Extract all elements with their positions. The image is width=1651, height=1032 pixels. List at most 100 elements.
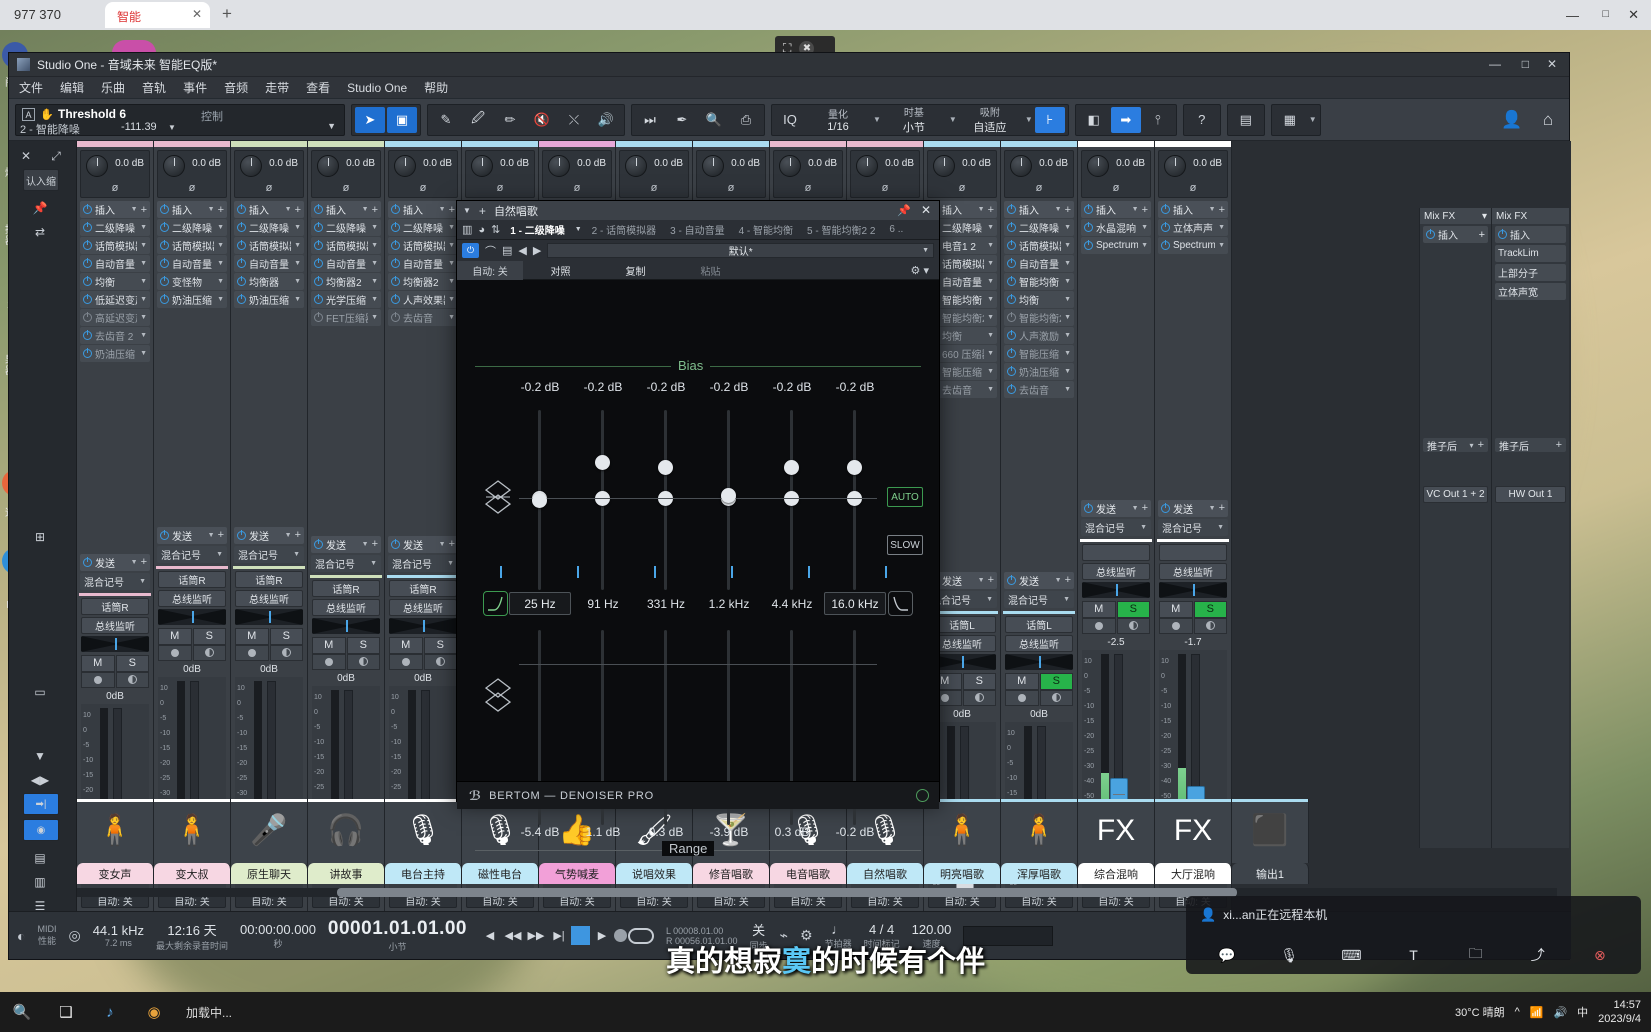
chevron-down-icon[interactable]: ▼ [140, 260, 147, 267]
input-select[interactable]: 话筒L [1005, 615, 1073, 633]
insert-slot[interactable]: 话筒模拟器▼ [388, 237, 458, 254]
power-icon[interactable] [237, 294, 246, 304]
snap-field[interactable]: 吸附 自适应 [959, 104, 1021, 136]
routing-icon[interactable]: ◕ [478, 224, 485, 236]
phase-invert-icon[interactable]: ø [158, 182, 226, 194]
spectrum-view-icon[interactable]: ▥ [29, 871, 51, 893]
power-icon[interactable] [1426, 229, 1435, 239]
chevron-down-icon[interactable]: ▼ [949, 115, 957, 124]
input-gain-panel[interactable]: 0.0 dB ø [1081, 150, 1151, 198]
chevron-down-icon[interactable]: ▾ [1470, 441, 1474, 450]
fader-icon[interactable]: ⊞ [29, 526, 51, 548]
chevron-down-icon[interactable]: ▼ [294, 242, 301, 249]
highpass-filter-button[interactable] [483, 591, 508, 616]
add-icon[interactable]: + [1556, 439, 1562, 451]
phase-invert-icon[interactable]: ø [235, 182, 303, 194]
sends-header[interactable]: 发送 ▼+ [1081, 499, 1151, 517]
folder-icon[interactable]: 🗀 [1463, 944, 1489, 966]
power-icon[interactable] [314, 276, 323, 286]
power-icon[interactable] [160, 240, 169, 250]
power-icon[interactable] [314, 222, 323, 232]
insert-slot[interactable]: 变怪物 ▼ [157, 273, 227, 290]
gain-knob[interactable] [548, 155, 570, 177]
close-icon[interactable]: ✕ [192, 7, 202, 21]
browser-tab[interactable]: 智能 ✕ [105, 2, 210, 28]
pan-control[interactable] [1005, 653, 1073, 670]
chevron-down-icon[interactable]: ▼ [140, 242, 147, 249]
pan-control[interactable] [158, 608, 226, 625]
preset-label[interactable]: 自然唱歌 [847, 863, 924, 884]
chevron-down-icon[interactable]: ▼ [140, 314, 147, 321]
mute-button[interactable]: M [389, 636, 423, 654]
chevron-down-icon[interactable]: ▾ [1482, 211, 1487, 222]
clock[interactable]: 14:57 2023/9/4 [1598, 998, 1641, 1026]
record-arm-button[interactable] [81, 671, 115, 688]
gain-knob[interactable] [779, 155, 801, 177]
solo-button[interactable]: S [423, 636, 457, 654]
chevron-down-icon[interactable]: ▼ [362, 206, 369, 213]
pan-control[interactable] [81, 635, 149, 652]
power-icon[interactable] [391, 258, 400, 268]
cue-mix-row[interactable]: 混合记号 ▼ [388, 554, 458, 572]
chevron-down-icon[interactable]: ▼ [139, 578, 146, 585]
chevron-down-icon[interactable]: ▼ [1055, 206, 1062, 213]
power-icon[interactable] [237, 222, 246, 232]
monitor-button[interactable] [115, 671, 149, 688]
chevron-down-icon[interactable]: ▼ [293, 551, 300, 558]
chevron-down-icon[interactable]: ▼ [370, 560, 377, 567]
view-arrow-button[interactable]: ➡ [1110, 106, 1141, 133]
power-icon[interactable] [83, 276, 92, 286]
phase-invert-icon[interactable]: ø [1159, 182, 1227, 194]
input-select[interactable]: 话筒R [389, 579, 457, 597]
insert-slot[interactable]: 均衡器2 ▼ [311, 273, 381, 290]
range-slider-handle[interactable] [658, 460, 673, 475]
insert-slot[interactable]: 智能压缩 ▼ [1004, 345, 1074, 362]
power-icon[interactable] [1007, 574, 1016, 585]
chevron-down-icon[interactable]: ▼ [987, 296, 994, 303]
listen-tool-button[interactable]: 🔊 [591, 107, 621, 133]
inserts-header[interactable]: 插入 ▼+ [1081, 201, 1151, 218]
draw-tool-button[interactable]: ✒ [667, 107, 697, 133]
insert-slot[interactable]: 自动音量 ▼ [234, 255, 304, 272]
chevron-down-icon[interactable]: ▼ [575, 226, 582, 233]
input-gain-panel[interactable]: 0.0 dB ø [850, 150, 920, 198]
insert-slot[interactable]: 智能均衡 ▼ [1004, 273, 1074, 290]
chevron-down-icon[interactable]: ▼ [217, 296, 224, 303]
insert-slot[interactable]: 话筒模拟器▼ [157, 237, 227, 254]
channel-strip[interactable]: 0.0 dBø插入▼+二级降噪▼话筒模拟器▼自动音量▼均衡器2▼光学压缩▼FET… [308, 141, 385, 911]
add-insert-icon[interactable]: + [141, 204, 147, 216]
insert-slot[interactable]: 高延迟变声▼ [80, 309, 150, 326]
close-button[interactable]: ✕ [1547, 57, 1557, 71]
lowpass-filter-button[interactable] [888, 591, 913, 616]
chevron-down-icon[interactable]: ▼ [1064, 386, 1071, 393]
meter-icon[interactable]: ▭ [29, 681, 51, 703]
mute-button[interactable]: M [158, 627, 192, 645]
power-icon[interactable] [1084, 502, 1093, 513]
browser-minimize-button[interactable]: — [1566, 8, 1579, 23]
input-gain-panel[interactable]: 0.0 dB ø [1158, 150, 1228, 198]
channel-strip[interactable]: 0.0 dBø插入▼+水晶混响▼Spectrum M..▼发送▼+混合记号▼ 总… [1078, 141, 1155, 911]
channel-strip[interactable]: 0.0 dB ø 插入 ▼ + 立体声声 ▼ Spectrum ▼ 发送 ▼ + 混合记号 ▼ 总线监听 M… [1155, 141, 1232, 911]
add-insert-icon[interactable]: + [1219, 204, 1225, 216]
preset-label[interactable]: 综合混响 [1078, 863, 1155, 884]
preset-label[interactable]: 明亮唱歌 [924, 863, 1001, 884]
inserts-header[interactable]: 插入 ▼+ [311, 201, 381, 218]
chevron-down-icon[interactable]: ▼ [217, 224, 224, 231]
gear-icon[interactable]: ⚙ ▾ [911, 264, 929, 277]
studio-one-icon[interactable]: ♪ [88, 992, 132, 1032]
monitor-button[interactable] [1039, 689, 1073, 706]
output-select[interactable]: 总线监听 [158, 589, 226, 607]
add-send-icon[interactable]: + [372, 538, 378, 550]
monitor-button[interactable] [962, 689, 996, 706]
chevron-down-icon[interactable]: ▼ [448, 224, 455, 231]
preset-button[interactable]: ⬛ [1232, 799, 1309, 863]
chevron-down-icon[interactable]: ▼ [327, 121, 336, 131]
chevron-down-icon[interactable]: ▼ [1141, 224, 1148, 231]
insert-slot[interactable]: 话筒模拟器▼ [80, 237, 150, 254]
chevron-down-icon[interactable]: ▼ [1064, 332, 1071, 339]
power-icon[interactable] [1007, 366, 1016, 376]
power-icon[interactable] [314, 204, 323, 214]
insert-slot[interactable]: 奶油压缩 ▼ [80, 345, 150, 362]
chevron-down-icon[interactable]: ▼ [987, 386, 994, 393]
output-select[interactable]: 总线监听 [1005, 634, 1073, 652]
